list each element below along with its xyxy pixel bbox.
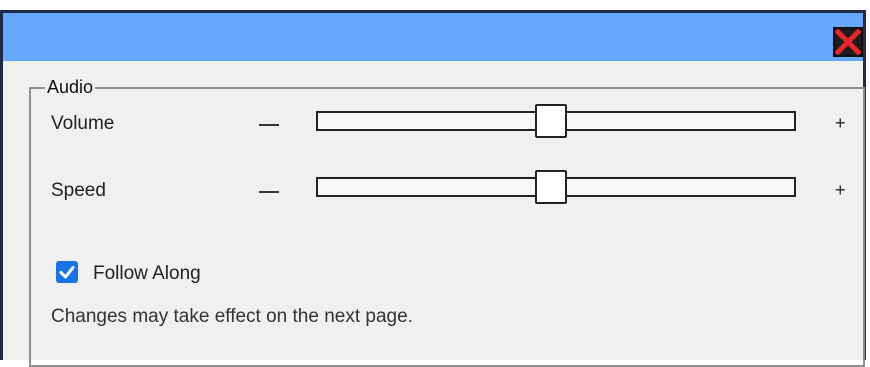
audio-settings-dialog: Audio Volume + Speed + Follow Along Chan…: [0, 10, 866, 367]
title-bar: [3, 13, 863, 61]
audio-legend: Audio: [47, 77, 94, 97]
speed-label: Speed: [51, 180, 106, 201]
volume-slider-thumb[interactable]: [535, 104, 568, 138]
follow-along-label[interactable]: Follow Along: [93, 263, 201, 285]
volume-decrease-button[interactable]: [259, 124, 279, 126]
speed-decrease-button[interactable]: [259, 191, 279, 193]
changes-note: Changes may take effect on the next page…: [51, 306, 413, 327]
speed-slider[interactable]: [316, 170, 796, 204]
volume-slider[interactable]: [316, 104, 796, 138]
speed-increase-button[interactable]: +: [835, 180, 846, 201]
follow-along-checkbox[interactable]: [56, 261, 78, 283]
close-button[interactable]: [833, 27, 863, 57]
speed-slider-thumb[interactable]: [535, 170, 568, 204]
close-x-icon: [835, 29, 861, 55]
volume-label: Volume: [51, 113, 115, 134]
volume-increase-button[interactable]: +: [835, 113, 846, 134]
checkmark-icon: [59, 266, 75, 279]
